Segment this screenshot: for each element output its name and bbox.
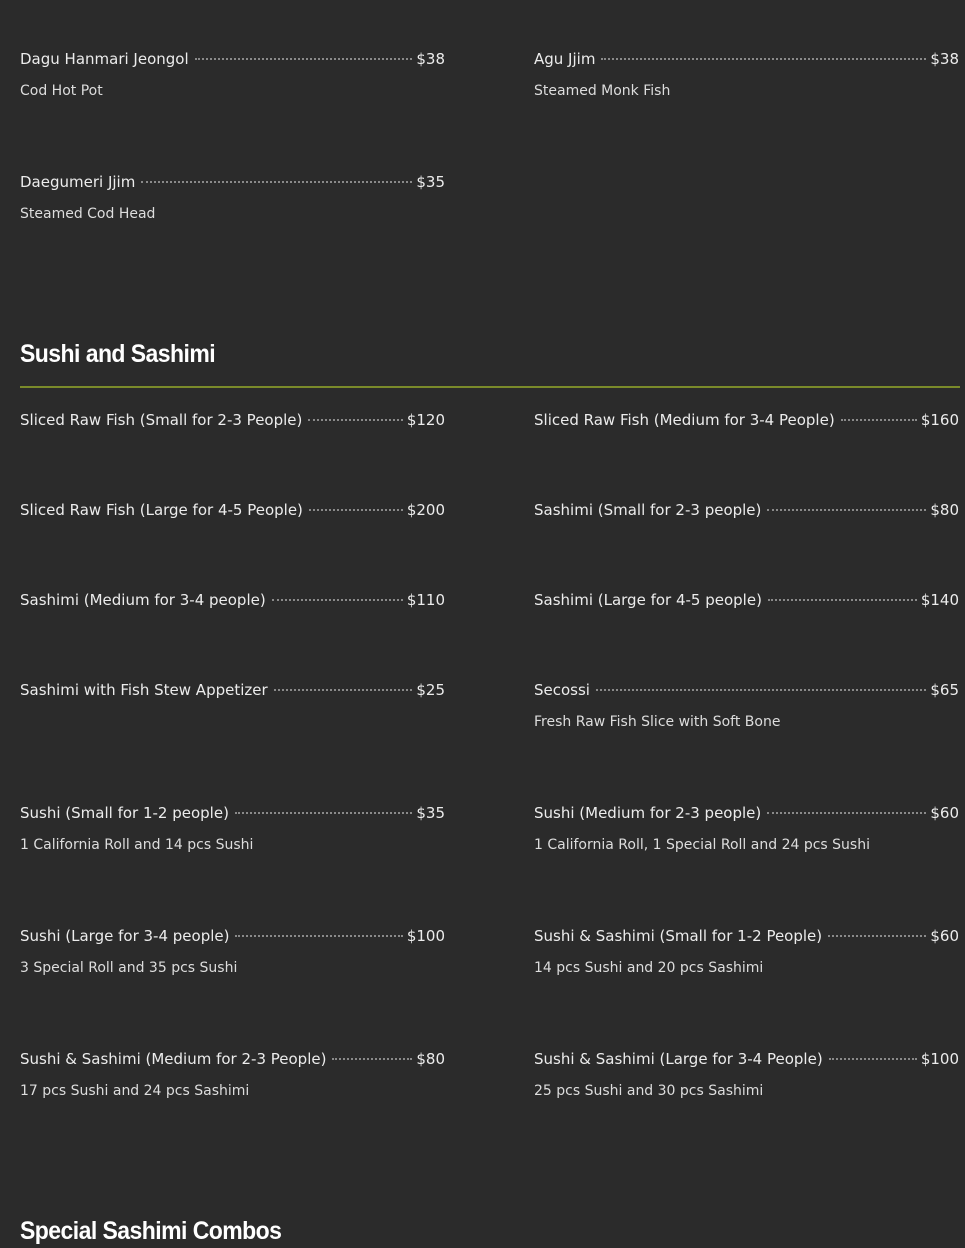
menu-item-price: $38: [930, 50, 959, 68]
menu-item-description: Cod Hot Pot: [20, 83, 103, 99]
menu-item-price: $80: [930, 501, 959, 519]
menu-item-price: $25: [416, 681, 445, 699]
menu-item-description: 3 Special Roll and 35 pcs Sushi: [20, 960, 238, 976]
menu-item: Sushi & Sashimi (Medium for 2-3 People) $…: [20, 1049, 445, 1100]
menu-item-description: 1 California Roll, 1 Special Roll and 24…: [534, 837, 870, 853]
menu-item: Secossi $65 Fresh Raw Fish Slice with Sof…: [534, 680, 959, 731]
menu-item-description: 25 pcs Sushi and 30 pcs Sashimi: [534, 1083, 764, 1099]
menu-item-name: Sushi & Sashimi (Medium for 2-3 People): [20, 1050, 327, 1068]
menu-item-name: Sliced Raw Fish (Medium for 3-4 People): [534, 411, 835, 429]
section-title-special-sashimi-combos: Special Sashimi Combos: [20, 1217, 282, 1245]
menu-item-name: Sushi & Sashimi (Small for 1-2 People): [534, 927, 823, 945]
dot-leader: [828, 1057, 917, 1060]
menu-item-name: Sushi (Large for 3-4 people): [20, 927, 230, 945]
dot-leader: [767, 508, 927, 511]
menu-item-description: 1 California Roll and 14 pcs Sushi: [20, 837, 254, 853]
menu-item: Sushi (Small for 1-2 people) $35 1 Califo…: [20, 803, 445, 854]
dot-leader: [332, 1057, 413, 1060]
menu-item-name: Sashimi with Fish Stew Appetizer: [20, 681, 268, 699]
menu-item-daegumeri-jjim: Daegumeri Jjim $35 Steamed Cod Head: [20, 172, 445, 223]
menu-item-price: $140: [920, 591, 959, 609]
dot-leader: [308, 508, 403, 511]
menu-item-name: Sliced Raw Fish (Large for 4-5 People): [20, 501, 303, 519]
dot-leader: [601, 57, 927, 60]
menu-item-name: Sushi & Sashimi (Large for 3-4 People): [534, 1050, 823, 1068]
menu-item-price: $200: [406, 501, 445, 519]
dot-leader: [273, 688, 413, 691]
menu-item-price: $65: [930, 681, 959, 699]
section-divider: [20, 386, 960, 388]
dot-leader: [828, 934, 927, 937]
menu-item-name: Daegumeri Jjim: [20, 173, 136, 191]
section-title-sushi-sashimi: Sushi and Sashimi: [20, 340, 216, 368]
dot-leader: [271, 598, 403, 601]
dot-leader: [141, 180, 413, 183]
menu-item: Sushi (Medium for 2-3 people) $60 1 Calif…: [534, 803, 959, 854]
menu-item-price: $110: [406, 591, 445, 609]
menu-item-dagu-hanmari-jeongol: Dagu Hanmari Jeongol $38 Cod Hot Pot: [20, 49, 445, 100]
menu-item: Sushi (Large for 3-4 people) $100 3 Speci…: [20, 926, 445, 977]
dot-leader: [767, 598, 917, 601]
menu-item-price: $35: [416, 804, 445, 822]
menu-item-name: Sashimi (Small for 2-3 people): [534, 501, 762, 519]
menu-item-name: Dagu Hanmari Jeongol: [20, 50, 189, 68]
dot-leader: [595, 688, 927, 691]
menu-item-price: $120: [406, 411, 445, 429]
dot-leader: [767, 811, 927, 814]
menu-item: Sashimi (Medium for 3-4 people) $110: [20, 590, 445, 610]
menu-item-name: Sashimi (Medium for 3-4 people): [20, 591, 266, 609]
menu-item-name: Sliced Raw Fish (Small for 2-3 People): [20, 411, 303, 429]
menu-item-name: Sushi (Small for 1-2 people): [20, 804, 229, 822]
menu-item-price: $160: [920, 411, 959, 429]
menu-item: Sashimi (Small for 2-3 people) $80: [534, 500, 959, 520]
menu-item: Sashimi with Fish Stew Appetizer $25: [20, 680, 445, 700]
menu-item: Sashimi (Large for 4-5 people) $140: [534, 590, 959, 610]
menu-item-price: $35: [416, 173, 445, 191]
menu-item-description: Steamed Monk Fish: [534, 83, 671, 99]
menu-item: Sushi & Sashimi (Large for 3-4 People) $1…: [534, 1049, 959, 1100]
menu-item-price: $80: [416, 1050, 445, 1068]
dot-leader: [194, 57, 413, 60]
menu-item-price: $60: [930, 927, 959, 945]
menu-item: Sliced Raw Fish (Medium for 3-4 People) $…: [534, 410, 959, 430]
menu-item-name: Sushi (Medium for 2-3 people): [534, 804, 762, 822]
dot-leader: [234, 811, 413, 814]
menu-item-price: $38: [416, 50, 445, 68]
menu-item-price: $60: [930, 804, 959, 822]
dot-leader: [235, 934, 403, 937]
menu-item-name: Agu Jjim: [534, 50, 596, 68]
menu-item-price: $100: [406, 927, 445, 945]
menu-item-agu-jjim: Agu Jjim $38 Steamed Monk Fish: [534, 49, 959, 100]
menu-item: Sliced Raw Fish (Small for 2-3 People) $1…: [20, 410, 445, 430]
menu-item-description: Steamed Cod Head: [20, 206, 156, 222]
menu-item-name: Sashimi (Large for 4-5 people): [534, 591, 762, 609]
menu-item-description: 17 pcs Sushi and 24 pcs Sashimi: [20, 1083, 250, 1099]
menu-item-description: Fresh Raw Fish Slice with Soft Bone: [534, 714, 781, 730]
menu-item-price: $100: [920, 1050, 959, 1068]
menu-item: Sliced Raw Fish (Large for 4-5 People) $2…: [20, 500, 445, 520]
dot-leader: [308, 418, 403, 421]
menu-item-description: 14 pcs Sushi and 20 pcs Sashimi: [534, 960, 764, 976]
menu-item-name: Secossi: [534, 681, 590, 699]
menu-item: Sushi & Sashimi (Small for 1-2 People) $6…: [534, 926, 959, 977]
dot-leader: [840, 418, 917, 421]
